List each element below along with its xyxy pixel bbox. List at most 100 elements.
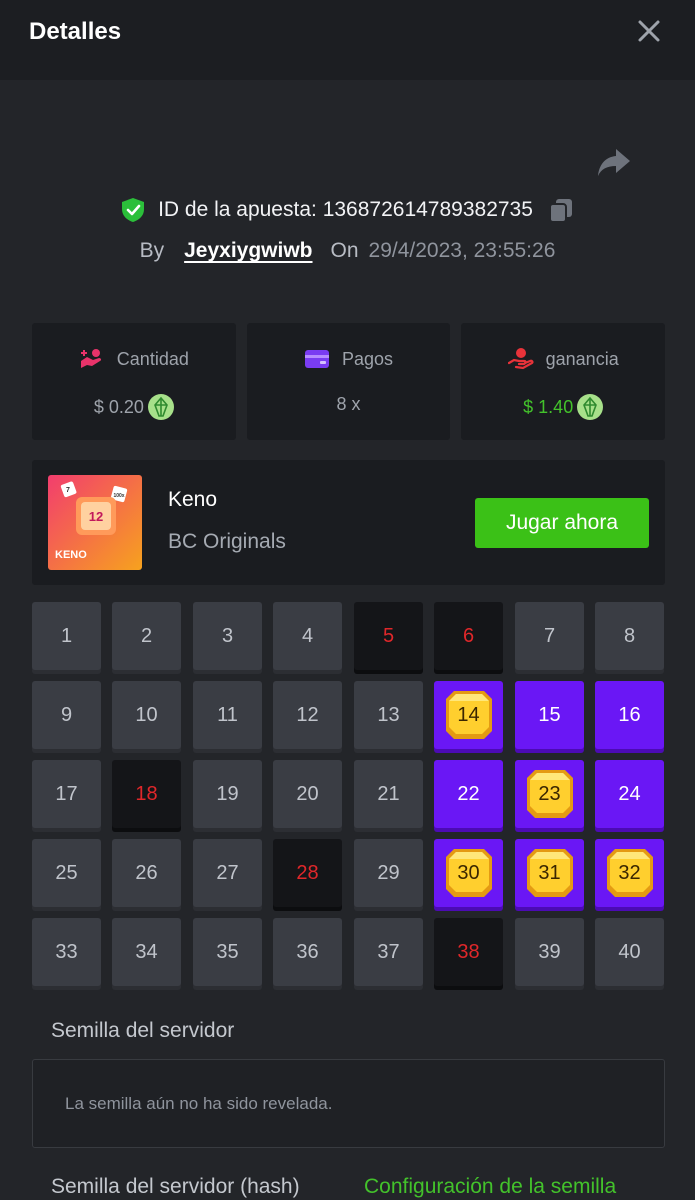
- keno-cell-11[interactable]: 11: [193, 681, 262, 749]
- keno-cell-13[interactable]: 13: [354, 681, 423, 749]
- keno-cell-23[interactable]: 23: [515, 760, 584, 828]
- keno-cell-number: 4: [301, 624, 314, 647]
- keno-cell-20[interactable]: 20: [273, 760, 342, 828]
- keno-cell-10[interactable]: 10: [112, 681, 181, 749]
- keno-cell-30[interactable]: 30: [434, 839, 503, 907]
- keno-cell-8[interactable]: 8: [595, 602, 664, 670]
- eos-coin-icon: [577, 394, 604, 420]
- server-seed-hash-label: Semilla del servidor (hash): [51, 1175, 300, 1198]
- keno-cell-number: 30: [457, 861, 480, 884]
- keno-cell-28[interactable]: 28: [273, 839, 342, 907]
- keno-cell-number: 5: [382, 624, 395, 647]
- bet-byline: By Jeyxiygwiwb On 29/4/2023, 23:55:26: [0, 236, 695, 266]
- keno-cell-18[interactable]: 18: [112, 760, 181, 828]
- copy-icon[interactable]: [547, 196, 575, 224]
- keno-cell-36[interactable]: 36: [273, 918, 342, 986]
- verified-shield-icon: [122, 198, 145, 222]
- keno-cell-24[interactable]: 24: [595, 760, 664, 828]
- gem-icon: 23: [525, 768, 575, 820]
- keno-cell-1[interactable]: 1: [32, 602, 101, 670]
- thumb-die-1: 7: [66, 487, 70, 494]
- keno-cell-9[interactable]: 9: [32, 681, 101, 749]
- keno-cell-21[interactable]: 21: [354, 760, 423, 828]
- keno-cell-number: 37: [377, 940, 400, 963]
- keno-cell-12[interactable]: 12: [273, 681, 342, 749]
- keno-cell-number: 18: [135, 782, 158, 805]
- on-label: On: [330, 239, 359, 262]
- keno-cell-29[interactable]: 29: [354, 839, 423, 907]
- keno-cell-19[interactable]: 19: [193, 760, 262, 828]
- keno-cell-27[interactable]: 27: [193, 839, 262, 907]
- keno-cell-2[interactable]: 2: [112, 602, 181, 670]
- dialog-header: Detalles: [0, 0, 695, 80]
- keno-game-thumbnail[interactable]: 12 7 100x KENO: [48, 475, 142, 570]
- stat-amount-label: Cantidad: [116, 348, 189, 369]
- keno-cell-number: 27: [216, 861, 239, 884]
- keno-cell-number: 23: [538, 782, 561, 805]
- keno-cell-16[interactable]: 16: [595, 681, 664, 749]
- keno-cell-40[interactable]: 40: [595, 918, 664, 986]
- keno-cell-number: 38: [457, 940, 480, 963]
- keno-cell-number: 11: [217, 703, 238, 726]
- keno-cell-7[interactable]: 7: [515, 602, 584, 670]
- keno-cell-number: 32: [618, 861, 641, 884]
- stat-amount: Cantidad $ 0.20: [32, 323, 236, 440]
- game-card: 12 7 100x KENO Keno BC Originals Jugar a…: [32, 460, 665, 585]
- keno-cell-number: 6: [462, 624, 475, 647]
- keno-cell-3[interactable]: 3: [193, 602, 262, 670]
- bet-datetime: 29/4/2023, 23:55:26: [368, 239, 556, 262]
- keno-cell-33[interactable]: 33: [32, 918, 101, 986]
- keno-cell-38[interactable]: 38: [434, 918, 503, 986]
- keno-cell-number: 14: [457, 703, 480, 726]
- keno-cell-number: 8: [623, 624, 636, 647]
- keno-cell-35[interactable]: 35: [193, 918, 262, 986]
- game-name[interactable]: Keno: [168, 488, 217, 512]
- gem-icon: 30: [444, 847, 494, 899]
- bet-id-row: ID de la apuesta: 136872614789382735: [0, 194, 695, 226]
- keno-cell-39[interactable]: 39: [515, 918, 584, 986]
- keno-cell-25[interactable]: 25: [32, 839, 101, 907]
- stat-amount-value: $ 0.20: [93, 396, 144, 417]
- close-icon[interactable]: [636, 18, 662, 44]
- keno-cell-number: 19: [216, 782, 239, 805]
- stat-payout-label: Pagos: [341, 348, 394, 369]
- keno-cell-4[interactable]: 4: [273, 602, 342, 670]
- keno-cell-number: 10: [135, 703, 158, 726]
- dialog-title: Detalles: [29, 18, 122, 45]
- thumb-number: 12: [89, 509, 103, 524]
- play-now-button[interactable]: Jugar ahora: [475, 498, 649, 548]
- gem-icon: 32: [605, 847, 655, 899]
- keno-cell-number: 7: [543, 624, 556, 647]
- keno-cell-32[interactable]: 32: [595, 839, 664, 907]
- by-label: By: [139, 239, 165, 262]
- keno-cell-5[interactable]: 5: [354, 602, 423, 670]
- username-link[interactable]: Jeyxiygwiwb: [184, 239, 312, 263]
- keno-cell-15[interactable]: 15: [515, 681, 584, 749]
- keno-cell-number: 40: [618, 940, 641, 963]
- keno-cell-22[interactable]: 22: [434, 760, 503, 828]
- stat-payout: Pagos 8 x: [246, 323, 451, 440]
- keno-cell-number: 33: [55, 940, 78, 963]
- bet-stats: Cantidad $ 0.20 Pagos 8 x ganancia $ 1.4…: [32, 323, 666, 440]
- stat-profit-value: $ 1.40: [523, 396, 574, 417]
- share-icon[interactable]: [596, 146, 632, 178]
- stat-profit-label: ganancia: [545, 348, 619, 369]
- keno-cell-6[interactable]: 6: [434, 602, 503, 670]
- keno-cell-number: 17: [55, 782, 78, 805]
- keno-cell-number: 35: [216, 940, 239, 963]
- keno-cell-37[interactable]: 37: [354, 918, 423, 986]
- keno-cell-number: 15: [538, 703, 561, 726]
- seed-settings-link[interactable]: Configuración de la semilla: [364, 1175, 616, 1199]
- server-seed-field[interactable]: La semilla aún no ha sido revelada.: [32, 1059, 665, 1148]
- keno-cell-number: 24: [618, 782, 641, 805]
- thumb-die-2: 100x: [113, 493, 124, 499]
- keno-cell-17[interactable]: 17: [32, 760, 101, 828]
- stat-payout-value: 8 x: [336, 394, 361, 414]
- keno-cell-number: 25: [55, 861, 78, 884]
- keno-cell-number: 29: [377, 861, 400, 884]
- keno-cell-number: 3: [221, 624, 234, 647]
- keno-cell-26[interactable]: 26: [112, 839, 181, 907]
- keno-cell-34[interactable]: 34: [112, 918, 181, 986]
- keno-cell-14[interactable]: 14: [434, 681, 503, 749]
- keno-cell-31[interactable]: 31: [515, 839, 584, 907]
